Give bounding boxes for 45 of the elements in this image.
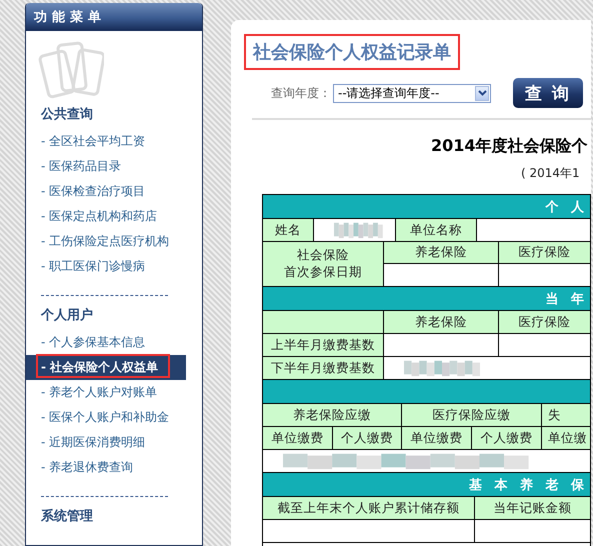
section-heading: 个人用户	[41, 306, 94, 324]
menu-item[interactable]: - 医保个人账户和补助金	[26, 405, 186, 430]
label-cell: 截至上年末个人账户累计储存额	[263, 497, 475, 519]
section-heading: 公共查询	[41, 106, 94, 123]
report-period: ( 2014年1	[520, 165, 581, 182]
section-title: 当 年	[545, 290, 588, 308]
label-cell: 医疗保险应缴	[402, 404, 542, 426]
label-cell: 单位名称	[396, 219, 477, 241]
label-cell: 养老保险应缴	[263, 404, 402, 426]
label-cell: 个人缴费	[333, 427, 402, 449]
menu-item[interactable]: - 近期医保消费明细	[26, 430, 186, 455]
menu-item[interactable]: - 全区社会平均工资	[26, 129, 186, 154]
page-title: 社会保险个人权益记录单	[244, 34, 460, 70]
section-title: 基 本 养 老 保	[468, 476, 588, 494]
menu-item[interactable]: - 个人参保基本信息	[26, 330, 186, 355]
label-cell: 养老保险	[384, 311, 499, 333]
menu-item[interactable]: - 养老退休费查询	[26, 455, 186, 480]
section-heading: 系统管理	[41, 508, 94, 525]
blurred-patch	[334, 221, 383, 239]
menu-item[interactable]: - 医保药品目录	[26, 154, 186, 179]
cards-icon	[38, 41, 104, 99]
year-label: 查询年度：	[271, 84, 331, 102]
label-cell: 单位缴	[542, 427, 590, 449]
label-cell: 姓名	[263, 219, 314, 241]
label-cell: 失	[542, 404, 590, 426]
label-cell: 医疗保险	[499, 311, 590, 333]
menu-item[interactable]: - 养老个人账户对账单	[26, 380, 186, 405]
label-cell: 个人缴费	[472, 427, 542, 449]
section-title: 个 人	[545, 198, 588, 216]
label-cell: 社会保险 首次参保日期	[263, 242, 384, 286]
label-cell: 当年记账金额	[475, 497, 590, 519]
menu-item[interactable]: - 工伤保险定点医疗机构	[26, 229, 186, 254]
label-cell: 上半年月缴费基数	[263, 334, 384, 356]
year-select[interactable]: --请选择查询年度--	[333, 84, 491, 102]
menu-item[interactable]: - 医保定点机构和药店	[26, 204, 186, 229]
label-cell: 养老保险	[384, 242, 499, 264]
label-cell: 单位缴费	[402, 427, 472, 449]
menu-item[interactable]: - 职工医保门诊慢病	[26, 254, 186, 279]
label-cell: 单位缴费	[263, 427, 333, 449]
report-title: 2014年度社会保险个	[430, 136, 589, 157]
menu-item[interactable]: - 医保检查治疗项目	[26, 179, 186, 204]
label-cell: 医疗保险	[499, 242, 590, 264]
label-cell: 下半年月缴费基数	[263, 357, 384, 379]
query-button[interactable]: 查 询	[513, 78, 583, 108]
sidebar-title: 功能菜单	[34, 9, 106, 26]
